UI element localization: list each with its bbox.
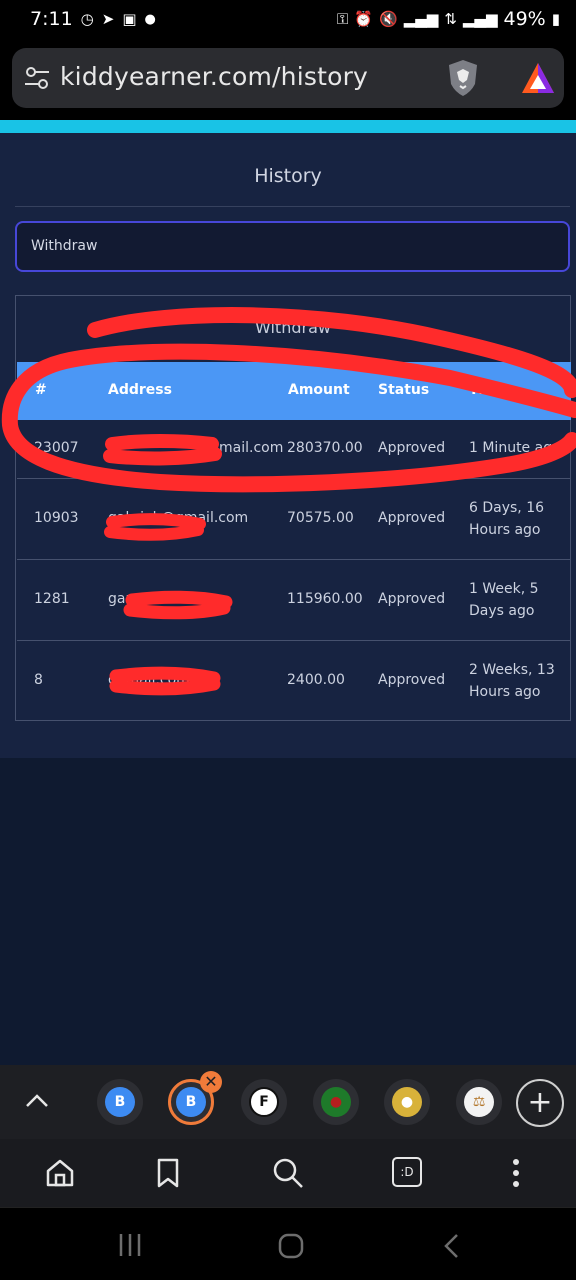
url-text[interactable]: kiddyearner.com/history: [60, 62, 368, 91]
bookmark-icon[interactable]: [152, 1157, 184, 1189]
page-background: [0, 758, 576, 1065]
new-tab-button[interactable]: +: [516, 1079, 564, 1127]
cell-status: Approved: [378, 672, 446, 688]
header-time: Time: [469, 382, 508, 398]
dogecoin-icon: ●: [392, 1087, 422, 1117]
bottom-toolbar: :D: [0, 1139, 576, 1207]
signal-icon: ▂▄▆: [403, 10, 439, 28]
table-row: 1281 gamail.com 115960.00 Approved 1 Wee…: [17, 560, 571, 641]
tab-scale[interactable]: ⚖: [456, 1079, 502, 1125]
dot-icon: ●: [144, 11, 156, 27]
tab-faucet[interactable]: F: [241, 1079, 287, 1125]
faucet-icon: F: [249, 1087, 279, 1117]
scale-icon: ⚖: [464, 1087, 494, 1117]
cell-status: Approved: [378, 440, 446, 456]
cell-status: Approved: [378, 510, 446, 526]
cell-time: 2 Weeks, 13 Hours ago: [469, 662, 555, 700]
search-icon[interactable]: [272, 1157, 304, 1189]
cell-address: gamail.com: [108, 672, 190, 688]
table-row: 10903 gabriel.@gmail.com 70575.00 Approv…: [17, 479, 571, 560]
cell-id: 23007: [34, 440, 79, 456]
table-header: # Address Amount Status Time: [17, 362, 571, 420]
collapse-tabs-icon[interactable]: [24, 1091, 50, 1109]
status-bar: 7:11 ◷ ➤ ▣ ● ⚿ ⏰ 🔇 ▂▄▆ ⇅ ▂▄▆ 49% ▮: [0, 0, 576, 38]
cell-amount: 115960.00: [287, 591, 363, 607]
cell-address: gamail.com: [108, 591, 190, 607]
cell-id: 8: [34, 672, 43, 688]
gallery-icon: ▣: [122, 10, 137, 28]
tab-dogecoin[interactable]: ●: [384, 1079, 430, 1125]
accent-strip: [0, 120, 576, 133]
cell-time: 6 Days, 16 Hours ago: [469, 500, 545, 538]
history-table: Withdraw # Address Amount Status Time 23…: [15, 295, 571, 721]
key-icon: ⚿: [336, 10, 349, 28]
cell-time: 1 Week, 5 Days ago: [469, 581, 539, 619]
brave-rewards-icon[interactable]: [520, 61, 556, 95]
close-tab-icon[interactable]: ✕: [200, 1071, 222, 1093]
battery-icon: ▮: [551, 10, 560, 28]
address-bar[interactable]: kiddyearner.com/history: [12, 48, 564, 108]
screen: 7:11 ◷ ➤ ▣ ● ⚿ ⏰ 🔇 ▂▄▆ ⇅ ▂▄▆ 49% ▮ kiddy…: [0, 0, 576, 1280]
header-address: Address: [108, 382, 172, 398]
header-amount: Amount: [288, 382, 350, 398]
more-options-icon[interactable]: [500, 1157, 532, 1189]
history-type-select[interactable]: Withdraw: [15, 221, 570, 272]
header-status: Status: [378, 382, 430, 398]
page-title: History: [254, 165, 322, 187]
header-id: #: [35, 382, 47, 398]
cell-id: 10903: [34, 510, 79, 526]
table-row: 23007 mail.com 280370.00 Approved 1 Minu…: [17, 420, 571, 479]
bitcoin-icon: B: [176, 1087, 206, 1117]
title-divider: [15, 206, 570, 207]
bitcoin-icon: B: [105, 1087, 135, 1117]
alarm-icon: ⏰: [354, 10, 374, 28]
select-value: Withdraw: [31, 238, 98, 254]
recent-apps-icon[interactable]: [116, 1232, 144, 1258]
home-icon[interactable]: [44, 1157, 76, 1189]
tab-bitcoin[interactable]: B: [97, 1079, 143, 1125]
home-nav-icon[interactable]: [277, 1232, 305, 1260]
cell-amount: 2400.00: [287, 672, 345, 688]
back-icon[interactable]: [440, 1232, 462, 1260]
cell-status: Approved: [378, 591, 446, 607]
status-time: 7:11: [30, 8, 73, 30]
cell-amount: 70575.00: [287, 510, 354, 526]
tab-strip: B B ✕ F ● ● ⚖ +: [0, 1065, 576, 1139]
cell-address: gabriel.@gmail.com: [108, 510, 249, 526]
tab-green[interactable]: ●: [313, 1079, 359, 1125]
cell-address: mail.com: [219, 440, 284, 456]
table-caption: Withdraw: [255, 318, 331, 337]
table-row: 8 gamail.com 2400.00 Approved 2 Weeks, 1…: [17, 641, 571, 721]
cell-amount: 280370.00: [287, 440, 363, 456]
cell-id: 1281: [34, 591, 70, 607]
mute-icon: 🔇: [379, 10, 398, 28]
tab-switcher-button[interactable]: :D: [392, 1157, 422, 1187]
system-nav-bar: [0, 1207, 576, 1280]
data-arrows-icon: ⇅: [444, 10, 457, 28]
signal-2-icon: ▂▄▆: [462, 10, 498, 28]
green-site-icon: ●: [321, 1087, 351, 1117]
site-settings-icon[interactable]: [24, 66, 50, 90]
browser-toolbar: kiddyearner.com/history: [0, 38, 576, 120]
telegram-icon: ➤: [101, 10, 115, 28]
cell-time: 1 Minute ago: [469, 440, 561, 456]
brave-shields-icon[interactable]: [444, 58, 482, 98]
clock-icon: ◷: [80, 10, 94, 28]
battery-percent: 49%: [503, 8, 546, 30]
